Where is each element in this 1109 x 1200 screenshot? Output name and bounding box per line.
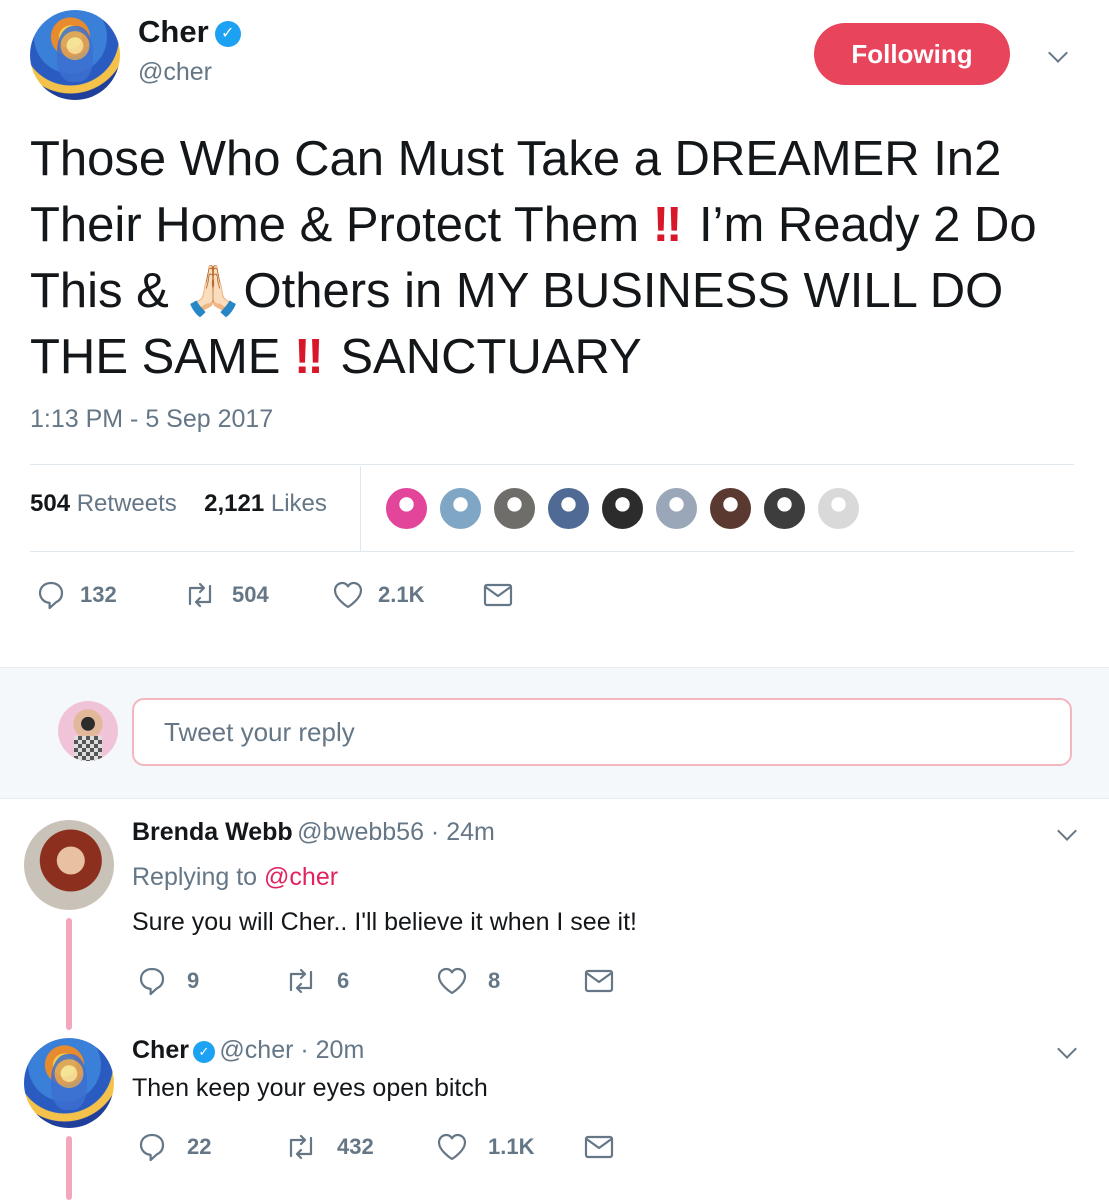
separator-dot: · (423, 818, 447, 846)
like-count: 8 (488, 968, 501, 993)
tweet-menu-button[interactable] (1044, 42, 1072, 70)
envelope-icon (584, 1135, 614, 1159)
verified-badge-icon: ✓ (192, 1041, 215, 1063)
retweet-action[interactable]: 432 (283, 1132, 374, 1162)
reply-icon (38, 581, 64, 610)
following-button[interactable]: Following (814, 23, 1010, 85)
reply-time[interactable]: 20m (316, 1036, 365, 1064)
author-name[interactable]: Cher (138, 14, 209, 49)
envelope-icon (584, 969, 614, 993)
chevron-down-icon (1048, 43, 1068, 63)
author-avatar[interactable] (30, 10, 120, 100)
double-exclamation-emoji: ‼ (652, 198, 683, 252)
likes-count: 2,121 (204, 490, 265, 517)
reply-icon (139, 967, 165, 996)
reply-avatar[interactable] (24, 1038, 114, 1128)
current-user-avatar[interactable] (58, 701, 118, 761)
double-exclamation-emoji: ‼ (294, 330, 324, 384)
tweet-stats: 504 Retweets 2,121 Likes (30, 490, 327, 518)
reply-count: 9 (187, 968, 200, 993)
stats-divider (360, 466, 361, 552)
likes-stat[interactable]: 2,121 Likes (204, 490, 327, 517)
like-action[interactable]: 1.1K (436, 1132, 534, 1162)
liker-avatar[interactable] (654, 486, 699, 531)
reply-action[interactable]: 22 (137, 1132, 211, 1162)
reply-icon (139, 1133, 165, 1162)
reply-author-name[interactable]: Brenda Webb (132, 818, 293, 846)
reply-text: Sure you will Cher.. I'll believe it whe… (132, 908, 638, 936)
folded-hands-emoji: 🙏🏻 (182, 264, 244, 318)
retweets-label: Retweets (76, 490, 177, 517)
envelope-icon (483, 583, 513, 607)
reply-avatar[interactable] (24, 820, 114, 910)
direct-message-action[interactable] (584, 1134, 614, 1160)
heart-icon (437, 1133, 467, 1161)
like-action[interactable]: 8 (436, 966, 500, 996)
separator-dot: · (293, 1036, 316, 1064)
liker-avatar[interactable] (492, 486, 537, 531)
liker-avatar[interactable] (384, 486, 429, 531)
likes-label: Likes (270, 490, 327, 517)
chevron-down-icon (1057, 1039, 1077, 1059)
retweets-count: 504 (30, 490, 71, 517)
author-name-row[interactable]: Cher ✓ (138, 14, 241, 50)
reply-author-handle[interactable]: @bwebb56 (297, 818, 424, 846)
retweet-count: 504 (232, 582, 269, 607)
heart-icon (437, 967, 467, 995)
reply-time[interactable]: 24m (446, 818, 495, 846)
reply-menu-button[interactable] (1053, 821, 1081, 846)
retweet-icon (289, 968, 313, 994)
direct-message-action[interactable] (584, 968, 614, 994)
liker-avatar[interactable] (708, 486, 753, 531)
liker-avatar[interactable] (600, 486, 645, 531)
reply-action[interactable]: 132 (36, 580, 117, 610)
reply-author-handle[interactable]: @cher (219, 1036, 293, 1064)
reply-count: 132 (80, 582, 117, 607)
retweet-count: 6 (337, 968, 350, 993)
chevron-down-icon (1057, 821, 1077, 841)
reply-author-name[interactable]: Cher (132, 1036, 189, 1064)
thread-line (66, 1136, 72, 1200)
retweet-count: 432 (337, 1134, 374, 1159)
reply-input[interactable]: Tweet your reply (132, 698, 1072, 766)
like-count: 2.1K (378, 582, 425, 607)
liker-avatar[interactable] (816, 486, 861, 531)
thread-line (66, 918, 72, 1030)
author-handle[interactable]: @cher (138, 58, 212, 87)
reply-header: Cher ✓ @cher · 20m (132, 1036, 364, 1065)
replying-to: Replying to @cher (132, 863, 338, 892)
retweet-action[interactable]: 504 (182, 580, 269, 610)
retweets-stat[interactable]: 504 Retweets (30, 490, 177, 517)
liker-avatar[interactable] (438, 486, 483, 531)
retweet-icon (188, 582, 212, 608)
liker-avatar[interactable] (762, 486, 807, 531)
tweet-timestamp[interactable]: 1:13 PM - 5 Sep 2017 (30, 405, 273, 434)
tweet-text: Those Who Can Must Take a DREAMER In2 Th… (30, 126, 1090, 390)
reply-header: Brenda Webb @bwebb56 · 24m (132, 818, 495, 847)
verified-badge-icon: ✓ (214, 21, 241, 47)
mention-link[interactable]: @cher (264, 863, 338, 891)
liker-avatar[interactable] (546, 486, 591, 531)
retweet-icon (289, 1134, 313, 1160)
reply-action[interactable]: 9 (137, 966, 199, 996)
direct-message-action[interactable] (483, 582, 513, 608)
reply-text: Then keep your eyes open bitch (132, 1074, 488, 1102)
divider (30, 464, 1074, 465)
divider (30, 551, 1074, 552)
retweet-action[interactable]: 6 (283, 966, 349, 996)
reply-menu-button[interactable] (1053, 1039, 1081, 1064)
replying-to-label: Replying to (132, 863, 258, 891)
like-count: 1.1K (488, 1134, 535, 1159)
reply-count: 22 (187, 1134, 212, 1159)
tweet-text-part: SANCTUARY (326, 330, 642, 384)
like-action[interactable]: 2.1K (332, 580, 424, 610)
heart-icon (333, 581, 363, 609)
